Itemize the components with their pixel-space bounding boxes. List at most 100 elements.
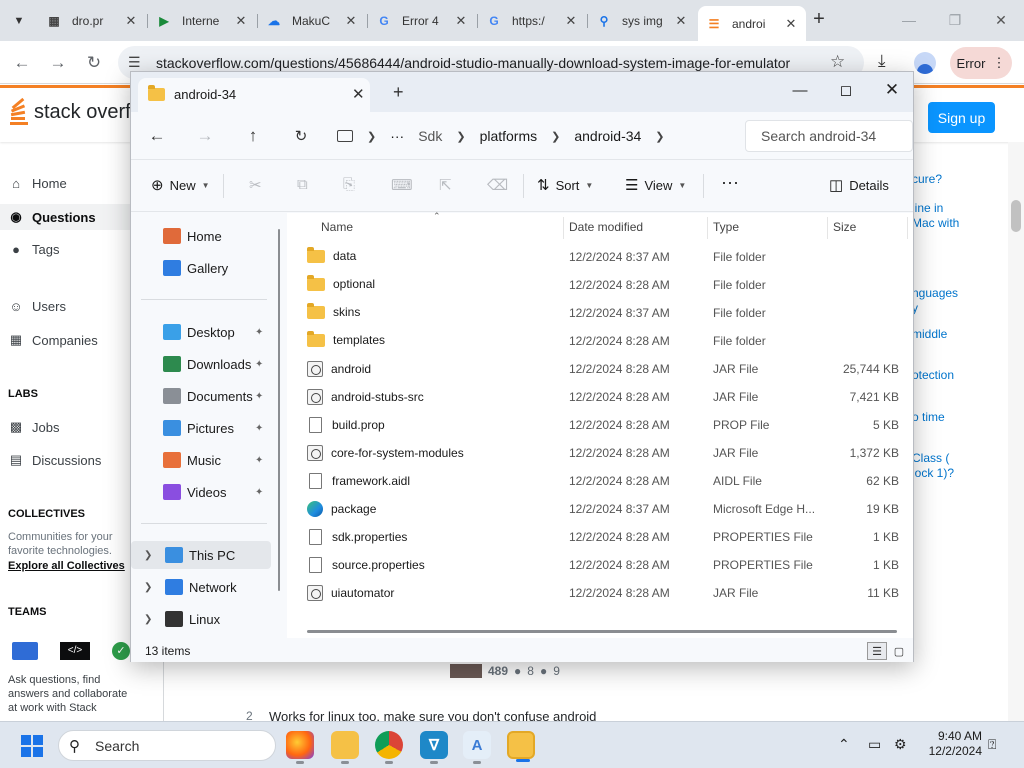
related-question-link[interactable]: o time bbox=[912, 410, 945, 425]
related-question-link[interactable]: middle bbox=[912, 327, 947, 342]
breadcrumb-sdk[interactable]: Sdk bbox=[418, 128, 442, 144]
so-nav-jobs[interactable]: ▩ Jobs bbox=[8, 419, 60, 435]
large-icons-view-icon[interactable]: ▢ bbox=[889, 642, 909, 660]
related-question-link[interactable]: Class ( bbox=[912, 451, 949, 466]
close-tab-icon[interactable]: ✕ bbox=[344, 13, 358, 29]
browser-tab[interactable]: ▶ Interne ✕ bbox=[148, 6, 256, 35]
start-button[interactable] bbox=[21, 735, 43, 757]
so-nav-companies[interactable]: ▦ Companies bbox=[8, 332, 98, 348]
file-row[interactable]: framework.aidl 12/2/2024 8:28 AM AIDL File… bbox=[287, 467, 913, 495]
nav-item-linux[interactable]: ❯ Linux bbox=[131, 605, 271, 633]
nav-item-music[interactable]: Music ✦ bbox=[131, 446, 271, 474]
file-row[interactable]: skins 12/2/2024 8:37 AM File folder bbox=[287, 299, 913, 327]
file-row[interactable]: source.properties 12/2/2024 8:28 AM PROPER… bbox=[287, 551, 913, 579]
expand-chevron-icon[interactable]: ❯ bbox=[144, 614, 152, 625]
new-tab-button[interactable]: + bbox=[808, 9, 830, 31]
copy-icon[interactable]: ⧉ bbox=[297, 176, 314, 193]
site-info-icon[interactable]: ☰ bbox=[128, 54, 141, 71]
breadcrumb-android-34[interactable]: android-34 bbox=[574, 128, 641, 144]
back-icon[interactable]: ← bbox=[9, 50, 35, 76]
new-button[interactable]: ⊕ New ▼ bbox=[151, 176, 210, 194]
volume-icon[interactable]: ⚙ bbox=[894, 736, 907, 753]
column-size[interactable]: Size bbox=[833, 213, 856, 241]
close-tab-icon[interactable]: ✕ bbox=[454, 13, 468, 29]
see-more-icon[interactable]: ··· bbox=[721, 172, 739, 193]
browser-tab[interactable]: ▦ dro.pr ✕ bbox=[38, 6, 146, 35]
browser-tab[interactable]: G Error 4 ✕ bbox=[368, 6, 476, 35]
cut-icon[interactable]: ✂ bbox=[249, 176, 268, 194]
column-date-modified[interactable]: Date modified bbox=[569, 213, 643, 241]
close-icon[interactable]: ✕ bbox=[978, 0, 1024, 40]
android-studio-icon[interactable]: A bbox=[463, 731, 491, 764]
browser-tab[interactable]: Ghttps:/ ✕ bbox=[478, 6, 586, 35]
expand-chevron-icon[interactable]: ❯ bbox=[144, 550, 152, 561]
reload-icon[interactable]: ↻ bbox=[81, 50, 107, 76]
explorer-forward-icon[interactable]: → bbox=[191, 124, 219, 148]
nav-pane-scrollbar[interactable] bbox=[277, 213, 281, 638]
nav-item-home[interactable]: Home bbox=[131, 222, 271, 250]
browser-tab[interactable]: ☰ androi ✕ bbox=[698, 6, 806, 41]
browser-tab[interactable]: ⚲ sys img ✕ bbox=[588, 6, 696, 35]
file-row[interactable]: data 12/2/2024 8:37 AM File folder bbox=[287, 243, 913, 271]
expand-chevron-icon[interactable]: ❯ bbox=[144, 582, 152, 593]
details-button[interactable]: ◫ Details bbox=[829, 176, 889, 194]
explorer-close-icon[interactable]: ✕ bbox=[869, 76, 915, 104]
view-button[interactable]: ☰ View ▼ bbox=[625, 176, 686, 194]
explorer-tab[interactable]: android-34 ✕ bbox=[138, 78, 370, 112]
new-explorer-tab-icon[interactable]: + bbox=[393, 83, 404, 101]
download-icon[interactable]: ⤓ bbox=[878, 51, 886, 71]
network-icon[interactable]: ▭ bbox=[868, 736, 881, 753]
file-row[interactable]: templates 12/2/2024 8:28 AM File folder bbox=[287, 327, 913, 355]
profile-avatar[interactable] bbox=[914, 52, 936, 74]
this-pc-icon[interactable] bbox=[337, 130, 353, 142]
explorer-refresh-icon[interactable]: ↻ bbox=[287, 124, 315, 148]
so-logo[interactable]: stack overfl bbox=[8, 97, 135, 126]
so-scrollbar[interactable] bbox=[1008, 142, 1024, 722]
file-row[interactable]: uiautomator 12/2/2024 8:28 AM JAR File 11 K… bbox=[287, 579, 913, 607]
nav-item-desktop[interactable]: Desktop ✦ bbox=[131, 318, 271, 346]
file-explorer-icon[interactable] bbox=[331, 731, 359, 764]
file-explorer-active-icon[interactable] bbox=[507, 731, 535, 762]
paste-icon[interactable]: ⎘ bbox=[343, 176, 361, 193]
explorer-search-input[interactable]: Search android-34 bbox=[745, 120, 913, 152]
explorer-maximize-icon[interactable]: ◻ bbox=[823, 76, 869, 104]
forward-icon[interactable]: → bbox=[45, 50, 71, 76]
file-list-hscrollbar[interactable] bbox=[307, 630, 897, 633]
close-tab-icon[interactable]: ✕ bbox=[674, 13, 688, 29]
close-tab-icon[interactable]: ✕ bbox=[234, 13, 248, 29]
nav-item-pictures[interactable]: Pictures ✦ bbox=[131, 414, 271, 442]
file-row[interactable]: build.prop 12/2/2024 8:28 AM PROP File 5 KB bbox=[287, 411, 913, 439]
column-type[interactable]: Type bbox=[713, 213, 739, 241]
explorer-minimize-icon[interactable]: — bbox=[777, 76, 823, 104]
explore-collectives-link[interactable]: Explore all Collectives bbox=[8, 560, 125, 572]
related-question-link[interactable]: lock 1)? bbox=[912, 466, 954, 481]
nav-item-documents[interactable]: Documents ✦ bbox=[131, 382, 271, 410]
notification-bell-icon[interactable]: ⍰ bbox=[988, 736, 996, 753]
error-button[interactable]: Error ⋮ bbox=[950, 47, 1012, 79]
close-tab-icon[interactable]: ✕ bbox=[564, 13, 578, 29]
related-question-link[interactable]: cure? bbox=[912, 172, 942, 187]
rename-icon[interactable]: ⌨ bbox=[391, 176, 419, 194]
file-row[interactable]: android-stubs-src 12/2/2024 8:28 AM JAR Fi… bbox=[287, 383, 913, 411]
minimize-icon[interactable]: — bbox=[886, 0, 932, 40]
breadcrumb-overflow-icon[interactable]: ··· bbox=[390, 128, 404, 144]
file-row[interactable]: sdk.properties 12/2/2024 8:28 AM PROPERTIE… bbox=[287, 523, 913, 551]
file-row[interactable]: optional 12/2/2024 8:28 AM File folder bbox=[287, 271, 913, 299]
details-view-icon[interactable]: ☰ bbox=[867, 642, 887, 660]
browser-tab[interactable]: ☁ MakuC ✕ bbox=[258, 6, 366, 35]
so-nav-users[interactable]: ☺ Users bbox=[8, 299, 66, 314]
so-nav-home[interactable]: ⌂ Home bbox=[8, 176, 67, 191]
close-tab-icon[interactable]: ✕ bbox=[124, 13, 138, 29]
vs-code-icon[interactable]: ∇ bbox=[420, 731, 448, 764]
file-row[interactable]: android 12/2/2024 8:28 AM JAR File 25,744 K… bbox=[287, 355, 913, 383]
clock[interactable]: 9:40 AM 12/2/2024 bbox=[912, 729, 982, 759]
close-tab-icon[interactable]: ✕ bbox=[784, 16, 798, 32]
related-question-link[interactable]: otection bbox=[912, 368, 954, 383]
so-nav-discussions[interactable]: ▤ Discussions bbox=[8, 452, 102, 468]
related-question-link[interactable]: Mac with bbox=[912, 216, 959, 231]
share-icon[interactable]: ⇱ bbox=[439, 176, 458, 194]
file-row[interactable]: core-for-system-modules 12/2/2024 8:28 AM… bbox=[287, 439, 913, 467]
explorer-back-icon[interactable]: ← bbox=[143, 124, 171, 148]
file-row[interactable]: package 12/2/2024 8:37 AM Microsoft Edge H… bbox=[287, 495, 913, 523]
nav-item-videos[interactable]: Videos ✦ bbox=[131, 478, 271, 506]
